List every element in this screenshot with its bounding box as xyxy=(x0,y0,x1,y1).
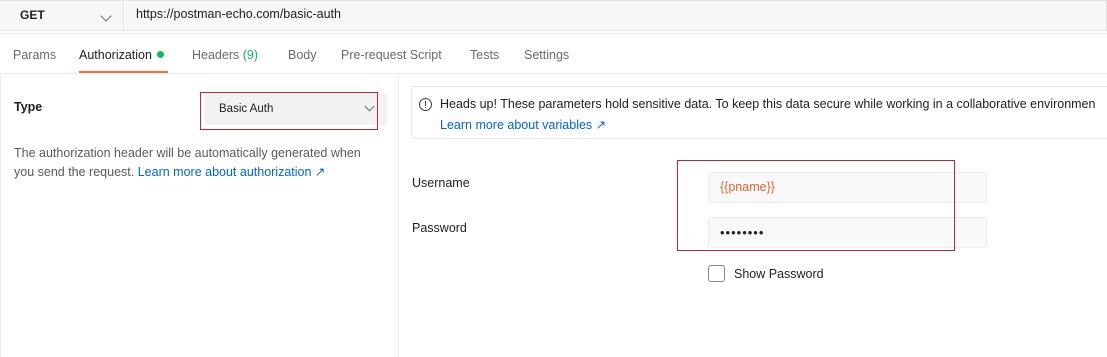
url-text: https://postman-echo.com/basic-auth xyxy=(136,7,341,21)
request-tabs: Params Authorization Headers (9) Body Pr… xyxy=(0,34,1107,74)
auth-type-panel: Type Basic Auth The authorization header… xyxy=(0,74,399,357)
url-input[interactable]: https://postman-echo.com/basic-auth xyxy=(125,0,1107,31)
learn-more-variables-link[interactable]: Learn more about variables ↗ xyxy=(440,117,606,132)
request-bar: GET https://postman-echo.com/basic-auth xyxy=(0,0,1107,34)
highlight-box-type xyxy=(200,92,378,130)
sensitive-data-notice: Heads up! These parameters hold sensitiv… xyxy=(411,86,1107,139)
tab-tests[interactable]: Tests xyxy=(470,48,499,62)
active-tab-indicator xyxy=(79,71,168,73)
headers-count: (9) xyxy=(242,48,259,62)
method-select[interactable]: GET xyxy=(0,0,124,31)
learn-more-authorization-link[interactable]: Learn more about authorization ↗ xyxy=(138,165,326,179)
tab-authorization-label: Authorization xyxy=(79,48,152,62)
chevron-down-icon xyxy=(100,10,112,22)
active-dot-icon xyxy=(156,51,164,58)
show-password-checkbox[interactable] xyxy=(708,265,725,282)
tab-headers-label: Headers xyxy=(192,48,240,62)
show-password-label[interactable]: Show Password xyxy=(734,267,824,281)
info-icon xyxy=(419,98,432,111)
password-label: Password xyxy=(412,221,467,235)
tab-pre-request-script[interactable]: Pre-request Script xyxy=(341,48,442,62)
tab-settings[interactable]: Settings xyxy=(524,48,569,62)
highlight-box-credentials xyxy=(677,160,955,251)
username-label: Username xyxy=(412,176,470,190)
auth-description: The authorization header will be automat… xyxy=(14,144,384,182)
tab-authorization[interactable]: Authorization xyxy=(79,48,164,62)
tab-body[interactable]: Body xyxy=(288,48,317,62)
notice-text: Heads up! These parameters hold sensitiv… xyxy=(440,97,1096,111)
tab-params[interactable]: Params xyxy=(13,48,56,62)
tab-headers[interactable]: Headers (9) xyxy=(192,48,258,62)
method-label: GET xyxy=(20,8,45,22)
type-label: Type xyxy=(14,100,43,114)
